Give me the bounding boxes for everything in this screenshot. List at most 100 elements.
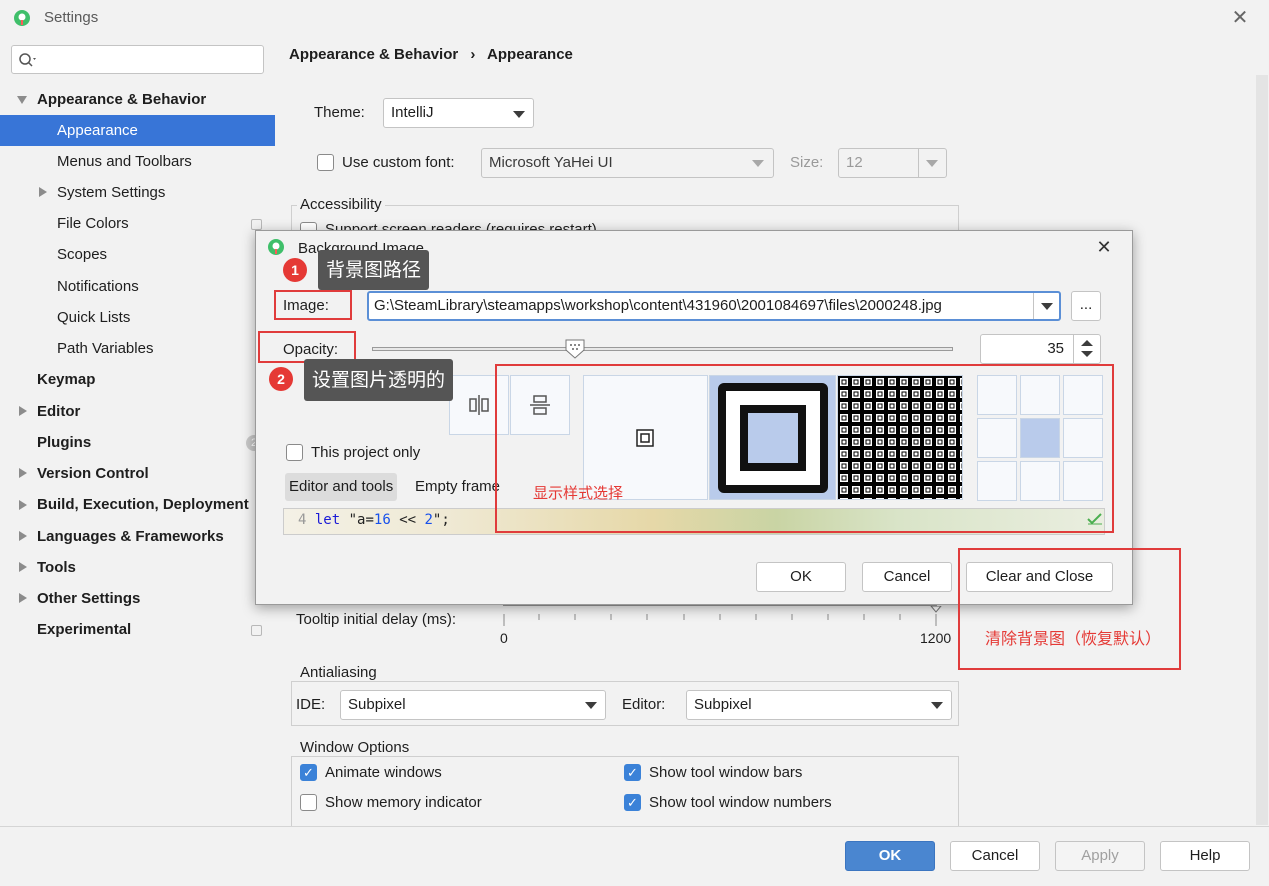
sidebar-item-experimental[interactable]: Experimental (37, 614, 131, 645)
app-icon (14, 10, 30, 26)
code-operator: << (390, 512, 425, 528)
dialog-close-icon[interactable]: ✕ (1093, 236, 1115, 258)
content-scrollbar[interactable] (1256, 75, 1268, 825)
theme-select[interactable]: IntelliJ (383, 98, 534, 128)
preview-code: 4 let "a=16 << 2"; (298, 512, 450, 528)
animate-windows-checkbox[interactable]: ✓ (300, 764, 317, 781)
tab-editor-and-tools[interactable]: Editor and tools (285, 473, 398, 501)
search-icon (19, 53, 36, 67)
sidebar-item-languages[interactable]: Languages & Frameworks (37, 521, 224, 552)
editor-label: Editor: (622, 696, 666, 713)
theme-value: IntelliJ (391, 104, 434, 121)
tool-window-numbers-label: Show tool window numbers (649, 794, 832, 811)
tooltip-max-label: 1200 (920, 630, 952, 646)
breadcrumb: Appearance & Behavior › Appearance (289, 46, 573, 63)
sidebar-item-appearance[interactable]: Appearance (0, 115, 275, 146)
custom-font-value: Microsoft YaHei UI (489, 154, 613, 171)
annotation-highlight (274, 290, 352, 320)
flip-horizontal-icon (469, 395, 489, 415)
collapse-arrow-icon[interactable] (19, 531, 27, 541)
sidebar-item-tools[interactable]: Tools (37, 552, 76, 583)
memory-indicator-checkbox[interactable] (300, 794, 317, 811)
sidebar-item-quick-lists[interactable]: Quick Lists (57, 302, 130, 333)
collapse-arrow-icon[interactable] (19, 468, 27, 478)
dialog-ok-button[interactable]: OK (756, 562, 846, 592)
help-button[interactable]: Help (1160, 841, 1250, 871)
custom-font-checkbox[interactable] (317, 154, 334, 171)
sidebar-item-editor[interactable]: Editor (37, 396, 80, 427)
browse-button[interactable]: ... (1071, 291, 1101, 321)
sidebar-item-menus-toolbars[interactable]: Menus and Toolbars (57, 146, 192, 177)
image-path-value: G:\SteamLibrary\steamapps\workshop\conte… (374, 297, 942, 314)
annotation-highlight (495, 364, 1114, 533)
dialog-cancel-button[interactable]: Cancel (862, 562, 952, 592)
project-scope-icon (251, 219, 262, 230)
collapse-arrow-icon[interactable] (19, 500, 27, 510)
accessibility-title: Accessibility (297, 196, 385, 213)
breadcrumb-separator: › (470, 46, 476, 63)
sidebar-item-path-variables[interactable]: Path Variables (57, 333, 153, 364)
window-title: Settings (44, 9, 99, 26)
breadcrumb-part[interactable]: Appearance & Behavior (289, 46, 458, 63)
sidebar-item-scopes[interactable]: Scopes (57, 239, 107, 270)
tab-empty-frame[interactable]: Empty frame (411, 473, 504, 501)
annotation-callout: 背景图路径 (318, 250, 430, 290)
collapse-arrow-icon[interactable] (39, 187, 47, 197)
tool-window-numbers-checkbox[interactable]: ✓ (624, 794, 641, 811)
custom-font-select[interactable]: Microsoft YaHei UI (481, 148, 774, 178)
size-value: 12 (846, 154, 863, 171)
editor-antialiasing-select[interactable]: Subpixel (686, 690, 952, 720)
this-project-only-checkbox[interactable] (286, 444, 303, 461)
theme-label: Theme: (314, 104, 365, 121)
apply-button[interactable]: Apply (1055, 841, 1145, 871)
ide-value: Subpixel (348, 696, 406, 713)
tool-window-bars-checkbox[interactable]: ✓ (624, 764, 641, 781)
chevron-down-icon (1041, 303, 1053, 310)
collapse-arrow-icon[interactable] (19, 562, 27, 572)
sidebar-item-appearance-behavior[interactable]: Appearance & Behavior (37, 84, 206, 115)
ide-antialiasing-select[interactable]: Subpixel (340, 690, 606, 720)
chevron-down-icon (585, 702, 597, 709)
sidebar-item-file-colors[interactable]: File Colors (57, 208, 129, 239)
opacity-slider[interactable] (372, 347, 953, 351)
tooltip-delay-label: Tooltip initial delay (ms): (296, 611, 457, 628)
expand-arrow-icon[interactable] (17, 96, 27, 104)
divider (1033, 293, 1034, 319)
code-string-end: "; (432, 512, 450, 528)
settings-search-input[interactable] (11, 45, 264, 74)
code-number: 2 (424, 512, 433, 528)
ok-button[interactable]: OK (845, 841, 935, 871)
breadcrumb-part: Appearance (487, 46, 573, 63)
title-bar (0, 0, 1269, 36)
spinner-up-icon[interactable] (1081, 340, 1093, 346)
chevron-down-icon (926, 160, 938, 167)
editor-value: Subpixel (694, 696, 752, 713)
sidebar-item-version-control[interactable]: Version Control (37, 458, 149, 489)
annotation-highlight (958, 548, 1181, 670)
cancel-button[interactable]: Cancel (950, 841, 1040, 871)
image-path-input[interactable]: G:\SteamLibrary\steamapps\workshop\conte… (367, 291, 1061, 321)
animate-windows-label: Animate windows (325, 764, 442, 781)
opacity-slider-thumb[interactable] (565, 339, 585, 359)
project-scope-icon (251, 625, 262, 636)
sidebar-item-other-settings[interactable]: Other Settings (37, 583, 140, 614)
this-project-only-label: This project only (311, 444, 421, 461)
sidebar-item-keymap[interactable]: Keymap (37, 364, 95, 395)
code-keyword: let (314, 512, 341, 528)
antialiasing-title: Antialiasing (297, 664, 380, 681)
sidebar-item-notifications[interactable]: Notifications (57, 271, 139, 302)
annotation-text: 显示样式选择 (533, 484, 624, 502)
annotation-badge: 1 (283, 258, 307, 282)
sidebar-item-build-execution[interactable]: Build, Execution, Deployment (37, 489, 273, 520)
tool-window-bars-label: Show tool window bars (649, 764, 803, 781)
annotation-badge: 2 (269, 367, 293, 391)
memory-indicator-label: Show memory indicator (325, 794, 482, 811)
collapse-arrow-icon[interactable] (19, 406, 27, 416)
window-close-icon[interactable]: ✕ (1228, 6, 1252, 30)
sidebar-item-plugins[interactable]: Plugins (37, 427, 91, 458)
opacity-spinner[interactable]: 35 (980, 334, 1101, 364)
sidebar-item-system-settings[interactable]: System Settings (57, 177, 165, 208)
collapse-arrow-icon[interactable] (19, 593, 27, 603)
chevron-down-icon (931, 702, 943, 709)
spinner-down-icon[interactable] (1081, 351, 1093, 357)
